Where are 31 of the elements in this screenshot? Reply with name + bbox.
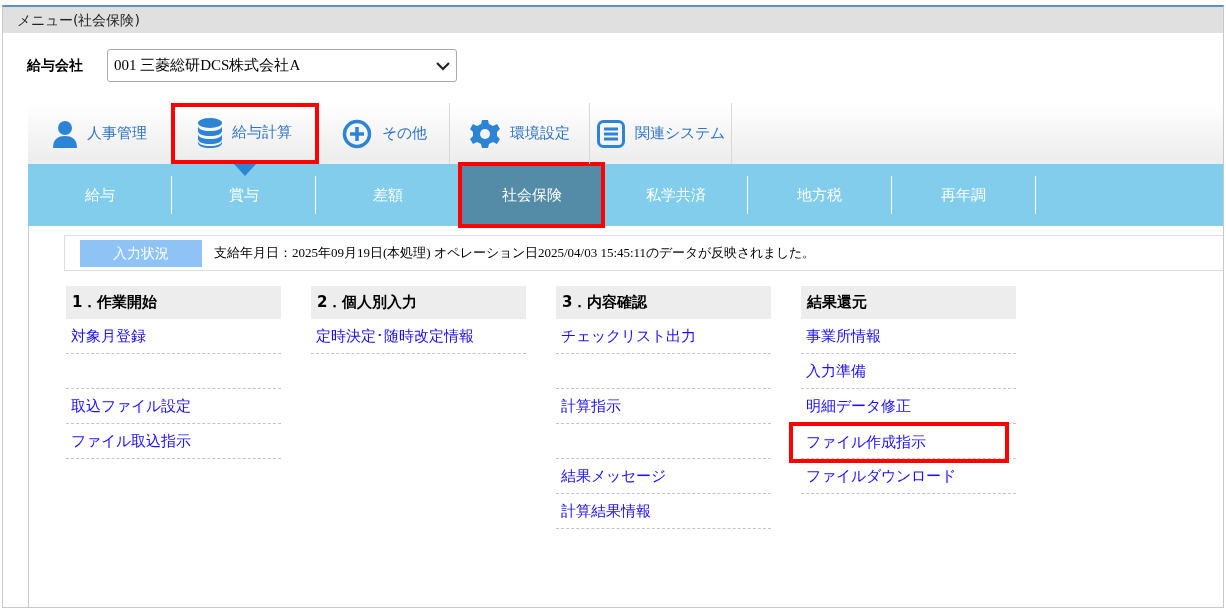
- settings-icon: [469, 118, 500, 149]
- menu-tab[interactable]: 人事管理: [28, 103, 171, 164]
- menu-link[interactable]: 明細データ修正: [801, 394, 916, 418]
- status-text: 支給年月日：2025年09月19日(本処理) オペレーション日2025/04/03 15:45:11のデータが反映されました。: [214, 244, 816, 263]
- section-heading: 2．個人別入力: [311, 286, 526, 319]
- menu-tab[interactable]: その他: [319, 103, 449, 164]
- menu-link[interactable]: 計算結果情報: [556, 499, 656, 523]
- menu-link[interactable]: 結果メッセージ: [556, 464, 671, 488]
- chevron-down-icon: [436, 60, 450, 71]
- plus-circle-icon: [341, 118, 372, 149]
- category-tab[interactable]: 社会保険: [460, 164, 603, 226]
- list-icon: [596, 119, 625, 148]
- menu-tab[interactable]: 給与計算: [171, 103, 319, 164]
- menu-link[interactable]: 事業所情報: [801, 324, 886, 348]
- menu-link[interactable]: 入力準備: [801, 359, 871, 383]
- person-icon: [52, 119, 77, 148]
- section-heading: 3．内容確認: [556, 286, 771, 319]
- database-icon: [198, 117, 222, 148]
- menu-link[interactable]: 取込ファイル設定: [66, 394, 196, 418]
- menu-link[interactable]: 定時決定･随時改定情報: [311, 324, 479, 348]
- company-select[interactable]: 001 三菱総研DCS株式会社A: [107, 49, 457, 82]
- window-title: メニュー(社会保険): [17, 10, 140, 30]
- section-heading: 結果還元: [801, 286, 1016, 319]
- menu-link[interactable]: 計算指示: [556, 394, 626, 418]
- menu-link[interactable]: ファイルダウンロード: [801, 464, 961, 488]
- section-heading: 1．作業開始: [66, 286, 281, 319]
- status-badge: 入力状況: [80, 239, 202, 267]
- menu-link[interactable]: ファイル取込指示: [66, 429, 196, 453]
- menu-link[interactable]: 対象月登録: [66, 324, 151, 348]
- company-label: 給与会社: [27, 56, 83, 75]
- menu-link[interactable]: チェックリスト出力: [556, 324, 701, 348]
